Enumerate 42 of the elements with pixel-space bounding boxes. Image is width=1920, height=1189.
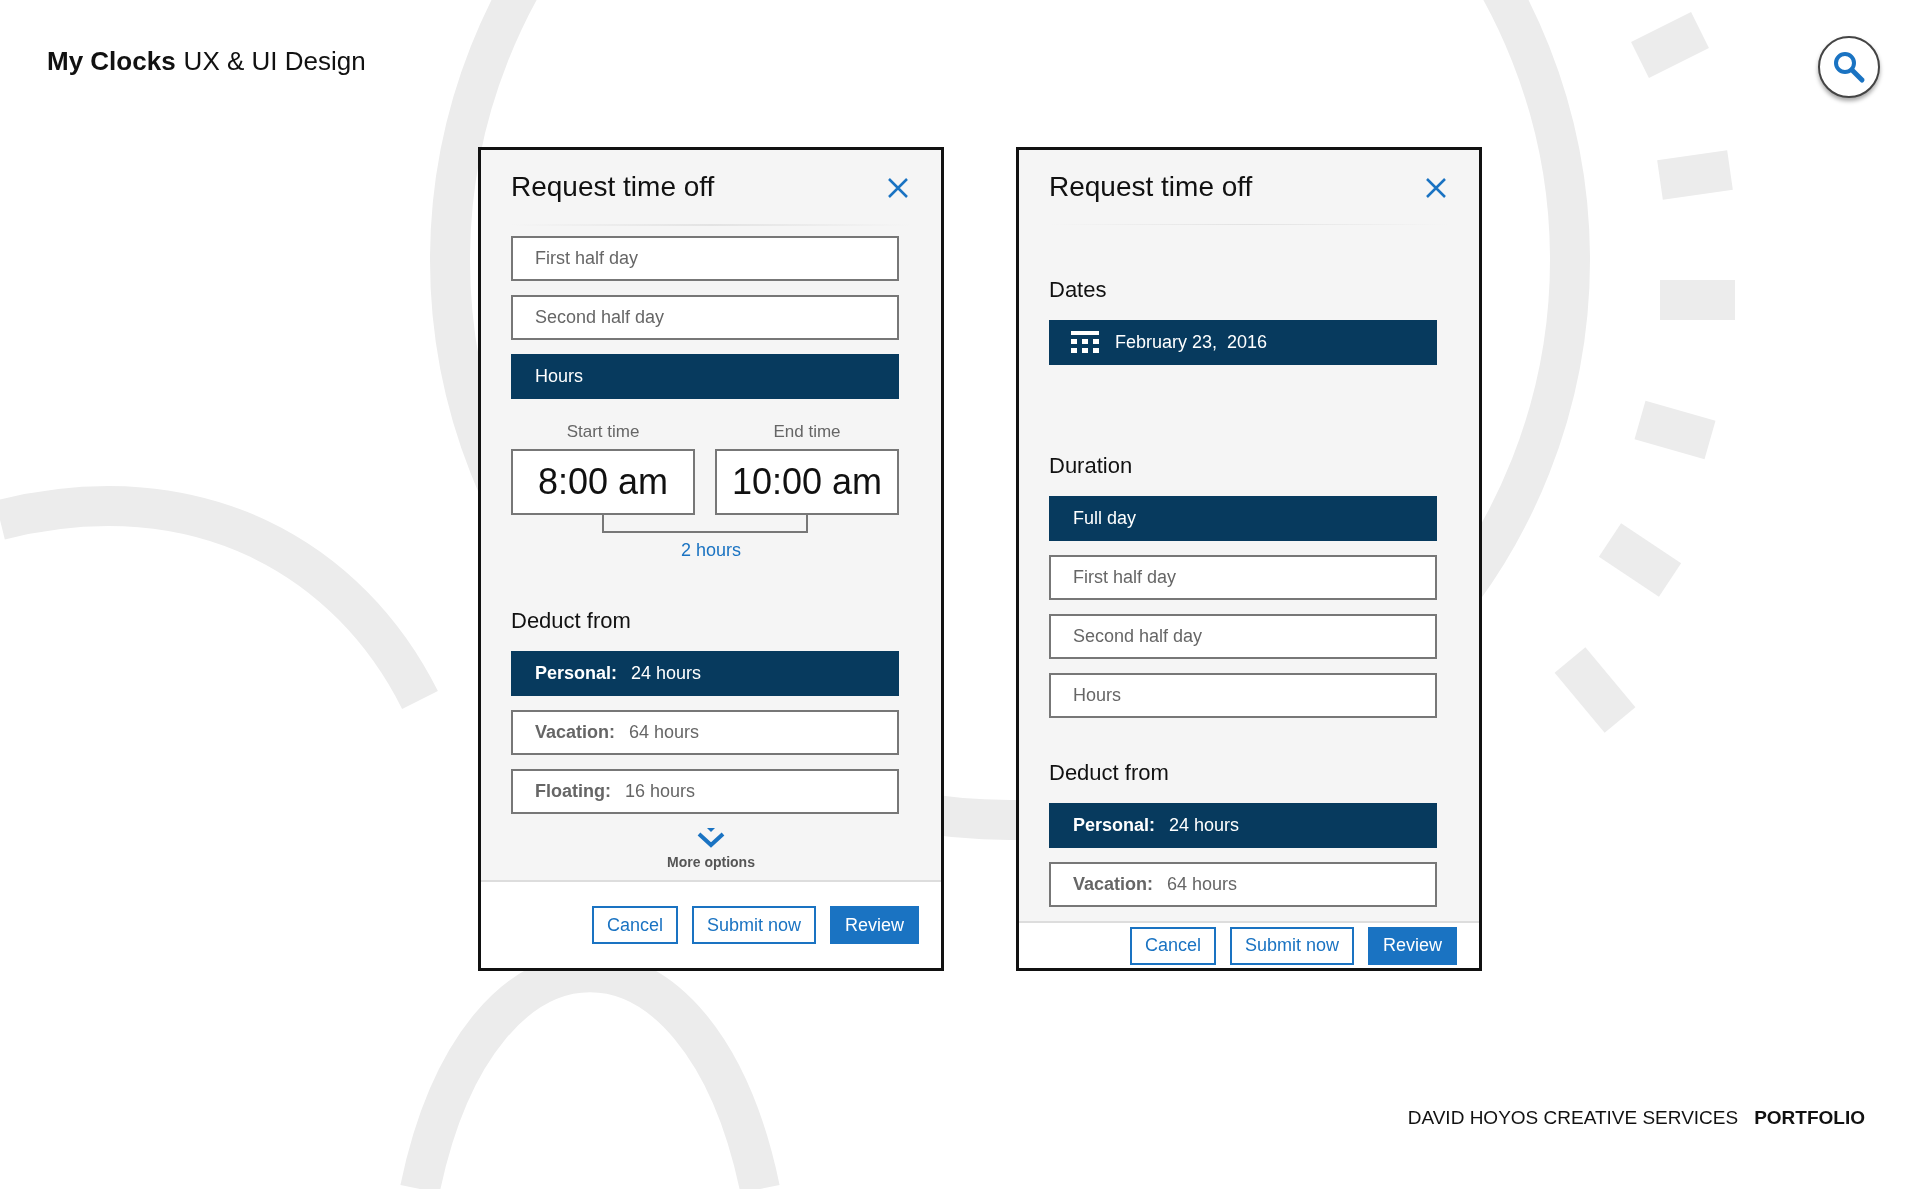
balance-option[interactable]: Floating: 16 hours: [511, 768, 899, 814]
date-picker-button[interactable]: February 23, 2016: [1049, 320, 1437, 366]
option-item[interactable]: Second half day: [1049, 614, 1437, 660]
balance-option[interactable]: Vacation: 64 hours: [1049, 862, 1437, 908]
outline-button[interactable]: Submit now: [691, 906, 816, 944]
option-item[interactable]: Hours: [1049, 673, 1437, 719]
balance-option[interactable]: Personal: 24 hours: [511, 650, 899, 696]
section-label: PORTFOLIO: [1754, 1106, 1865, 1128]
outline-button[interactable]: Submit now: [1229, 926, 1354, 965]
option-item[interactable]: First half day: [1049, 555, 1437, 601]
more-options-button[interactable]: More options: [667, 827, 755, 873]
search-icon: [1832, 50, 1866, 84]
duration-link[interactable]: 2 hours: [680, 539, 741, 560]
option-item[interactable]: Second half day: [511, 295, 899, 340]
search-button[interactable]: [1818, 36, 1880, 98]
dialog-title: Request time off: [511, 170, 715, 204]
date-value: February 23, 2016: [1115, 331, 1268, 355]
outline-button[interactable]: Cancel: [591, 906, 678, 944]
time-label: End time: [772, 421, 842, 443]
calendar-icon: [1071, 330, 1099, 355]
page-subtitle: UX & UI Design: [183, 46, 366, 76]
primary-button[interactable]: Review: [829, 906, 919, 944]
dialog-title: Request time off: [1049, 170, 1253, 204]
option-item[interactable]: First half day: [511, 236, 899, 281]
time-field[interactable]: 8:00 am: [511, 448, 695, 515]
section-heading: Dates: [1049, 276, 1108, 305]
close-icon: [887, 176, 909, 199]
primary-button[interactable]: Review: [1367, 926, 1457, 965]
option-item[interactable]: Hours: [511, 354, 899, 399]
studio-name: DAVID HOYOS CREATIVE SERVICES: [1407, 1106, 1739, 1128]
time-field[interactable]: 10:00 am: [715, 448, 899, 515]
balance-option[interactable]: Personal: 24 hours: [1049, 803, 1437, 849]
outline-button[interactable]: Cancel: [1129, 926, 1216, 965]
close-icon: [1425, 176, 1447, 199]
chevron-down-icon: [696, 827, 726, 848]
section-heading: Deduct from: [511, 606, 632, 635]
app-title: My Clocks: [47, 46, 176, 76]
balance-option[interactable]: Vacation: 64 hours: [511, 709, 899, 755]
section-heading: Deduct from: [1049, 759, 1170, 788]
section-heading: Duration: [1049, 452, 1134, 481]
time-label: Start time: [565, 421, 641, 443]
option-item[interactable]: Full day: [1049, 496, 1437, 542]
